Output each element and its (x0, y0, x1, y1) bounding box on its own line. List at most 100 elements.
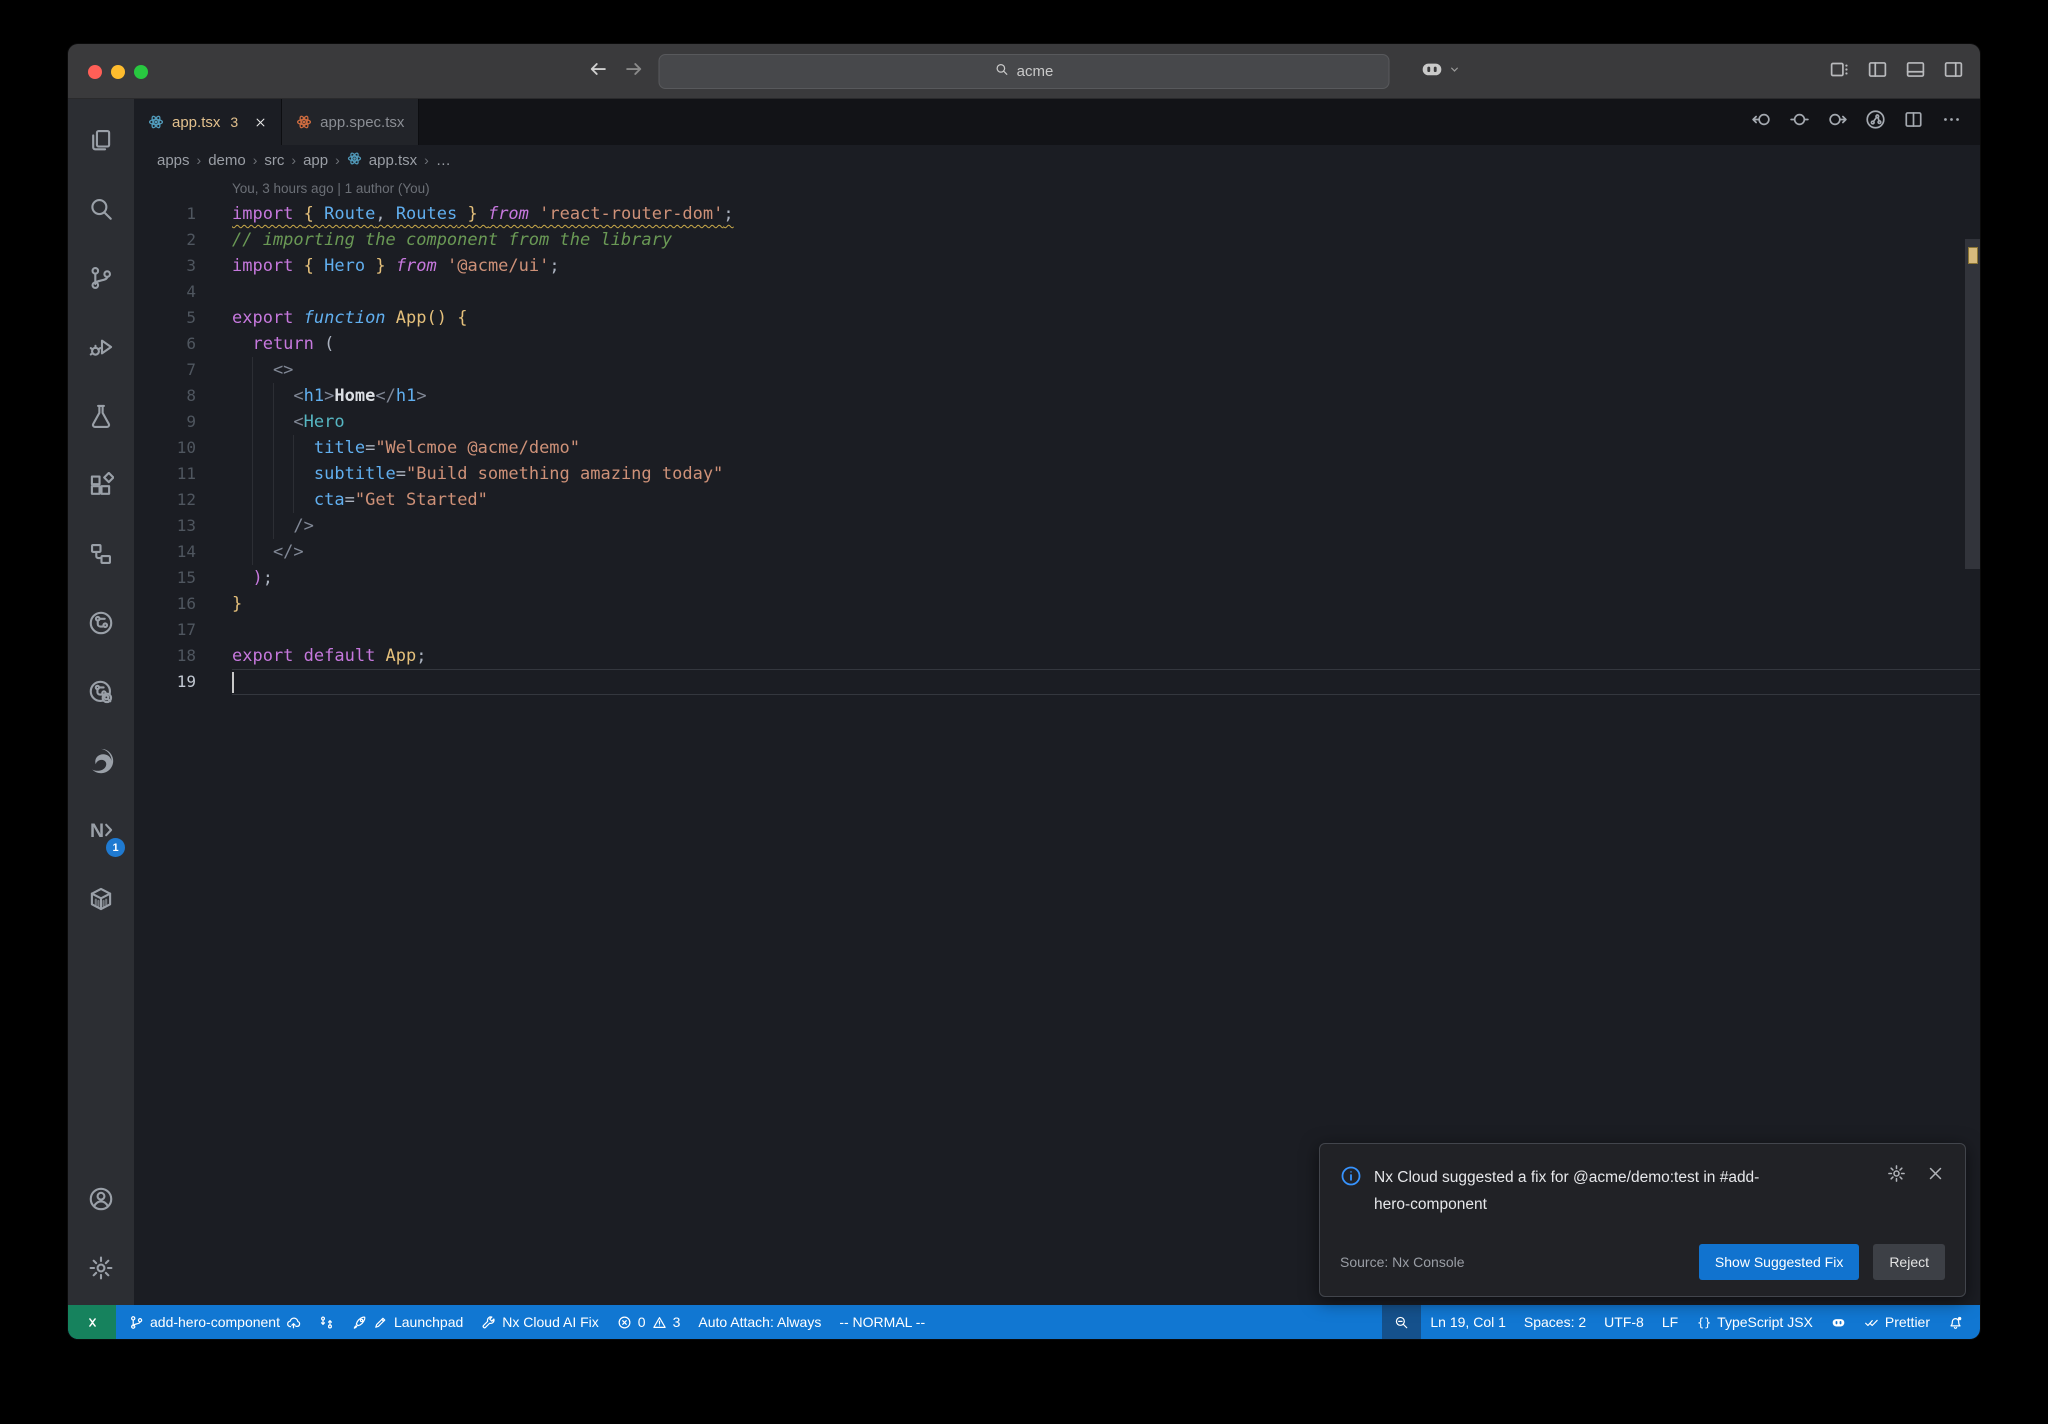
code-line-19[interactable]: 19 (134, 669, 1980, 695)
beaker-icon (88, 403, 114, 434)
history-back-button[interactable] (588, 59, 608, 84)
status-launchpad[interactable]: Launchpad (343, 1305, 472, 1339)
customize-layout-button[interactable] (1829, 59, 1850, 85)
history-forward-button[interactable] (624, 59, 644, 84)
copilot-menu[interactable] (1420, 44, 1461, 99)
status-notifications-bell[interactable] (1939, 1305, 1972, 1339)
code-line-1[interactable]: 1 import { Route, Routes } from 'react-ro… (134, 201, 1980, 227)
tab-close-icon[interactable] (254, 116, 267, 129)
status-gitlens-compare[interactable] (310, 1305, 343, 1339)
breadcrumb-item-app[interactable]: app (303, 152, 328, 169)
code-line-11[interactable]: 11 subtitle="Build something amazing toda… (134, 461, 1980, 487)
activity-item-accounts[interactable] (68, 1167, 134, 1236)
toggle-panel-button[interactable] (1905, 59, 1926, 85)
activity-item-settings[interactable] (68, 1236, 134, 1305)
status-eol[interactable]: LF (1653, 1305, 1687, 1339)
activity-item-nx-graph[interactable] (68, 591, 134, 660)
breadcrumb-item-src[interactable]: src (264, 152, 284, 169)
activity-item-nx-graph-search[interactable] (68, 660, 134, 729)
line-number: 1 (186, 204, 196, 223)
close-window-button[interactable] (88, 65, 102, 79)
code-line-3[interactable]: 3 import { Hero } from '@acme/ui'; (134, 253, 1980, 279)
status-vim-mode[interactable]: -- NORMAL -- (830, 1305, 934, 1339)
status-label: UTF-8 (1604, 1314, 1644, 1330)
status-copilot-status[interactable] (1822, 1305, 1855, 1339)
line-number: 2 (186, 230, 196, 249)
code-line-12[interactable]: 12 cta="Get Started" (134, 487, 1980, 513)
show-suggested-fix-button[interactable]: Show Suggested Fix (1698, 1244, 1860, 1280)
code-line-4[interactable]: 4 (134, 279, 1980, 305)
activity-item-nx-console[interactable]: N1 (68, 798, 134, 867)
code-line-6[interactable]: 6 return ( (134, 331, 1980, 357)
code-line-8[interactable]: 8 <h1>Home</h1> (134, 383, 1980, 409)
code-line-16[interactable]: 16} (134, 591, 1980, 617)
line-number: 4 (186, 282, 196, 301)
svg-text:N: N (90, 820, 104, 842)
nav-next-change-button[interactable] (1827, 109, 1848, 135)
code-line-2[interactable]: 2 // importing the component from the lib… (134, 227, 1980, 253)
info-icon (1340, 1165, 1362, 1187)
activity-item-edge-browser[interactable] (68, 729, 134, 798)
status-language-mode[interactable]: {} TypeScript JSX (1687, 1305, 1822, 1339)
minimize-window-button[interactable] (111, 65, 125, 79)
breadcrumb-item--[interactable]: … (436, 152, 451, 169)
status-nx-cloud-ai-fix[interactable]: Nx Cloud AI Fix (472, 1305, 607, 1339)
activity-item-source-control[interactable] (68, 246, 134, 315)
status-indentation[interactable]: Spaces: 2 (1515, 1305, 1595, 1339)
code-line-18[interactable]: 18 export default App; (134, 643, 1980, 669)
status-auto-attach[interactable]: Auto Attach: Always (689, 1305, 830, 1339)
nav-previous-change-button[interactable] (1751, 109, 1772, 135)
notification-close-icon[interactable] (1926, 1164, 1945, 1188)
line-number: 15 (176, 568, 196, 587)
code-line-13[interactable]: 13 /> (134, 513, 1980, 539)
scrollbar-slider[interactable] (1965, 239, 1980, 569)
breadcrumb-item-apps[interactable]: apps (157, 152, 190, 169)
breadcrumb-item-demo[interactable]: demo (208, 152, 246, 169)
nav-current-change-button[interactable] (1789, 109, 1810, 135)
status-zoom-indicator[interactable] (1382, 1305, 1422, 1339)
maximize-window-button[interactable] (134, 65, 148, 79)
line-content: import { Hero } from '@acme/ui'; (232, 256, 560, 276)
status-prettier[interactable]: Prettier (1855, 1305, 1939, 1339)
tab-app-tsx[interactable]: app.tsx 3 (134, 99, 283, 145)
code-editor[interactable]: 1 import { Route, Routes } from 'react-ro… (134, 201, 1980, 1305)
line-content: subtitle="Build something amazing today" (232, 461, 1980, 487)
code-line-15[interactable]: 15); (134, 565, 1980, 591)
activity-item-project-hierarchy[interactable] (68, 522, 134, 591)
breadcrumb-item-app-tsx[interactable]: app.tsx (369, 152, 417, 169)
line-number: 12 (176, 490, 196, 509)
cloud-upload-icon (286, 1315, 301, 1330)
reject-button[interactable]: Reject (1873, 1244, 1945, 1280)
notification-settings-gear-icon[interactable] (1887, 1164, 1906, 1188)
code-line-7[interactable]: 7 <> (134, 357, 1980, 383)
status-remote-indicator[interactable] (68, 1305, 116, 1339)
activity-item-extensions[interactable] (68, 453, 134, 522)
activity-item-testing[interactable] (68, 384, 134, 453)
status-encoding[interactable]: UTF-8 (1595, 1305, 1653, 1339)
nx-graph-run-button[interactable] (1865, 109, 1886, 135)
activity-item-explorer[interactable] (68, 108, 134, 177)
tab-app-spec-tsx[interactable]: app.spec.tsx (282, 99, 420, 145)
command-center-search[interactable]: acme (658, 54, 1390, 89)
status-label: Prettier (1884, 1314, 1930, 1330)
screen: acme N1 app.tsx 3 app.spec.tsx apps › demo › s… (0, 0, 2048, 1424)
notification-source: Source: Nx Console (1340, 1254, 1465, 1270)
code-line-10[interactable]: 10 title="Welcmoe @acme/demo" (134, 435, 1980, 461)
editor-scrollbar[interactable] (1965, 201, 1980, 1305)
code-line-14[interactable]: 14 </> (134, 539, 1980, 565)
status-git-branch[interactable]: add-hero-component (120, 1305, 310, 1339)
code-line-5[interactable]: 5 export function App() { (134, 305, 1980, 331)
more-actions-button[interactable] (1941, 109, 1962, 135)
activity-item-search[interactable] (68, 177, 134, 246)
toggle-primary-sidebar-button[interactable] (1867, 59, 1888, 85)
split-editor-button[interactable] (1903, 109, 1924, 135)
copilot-icon (1420, 57, 1444, 86)
toggle-secondary-sidebar-button[interactable] (1943, 59, 1964, 85)
code-line-17[interactable]: 17 (134, 617, 1980, 643)
code-line-9[interactable]: 9 <Hero (134, 409, 1980, 435)
activity-item-run-and-debug[interactable] (68, 315, 134, 384)
activity-item-containers[interactable] (68, 867, 134, 936)
status-problems[interactable]: 03 (608, 1305, 690, 1339)
status-cursor-position[interactable]: Ln 19, Col 1 (1421, 1305, 1515, 1339)
line-number: 19 (176, 672, 196, 691)
